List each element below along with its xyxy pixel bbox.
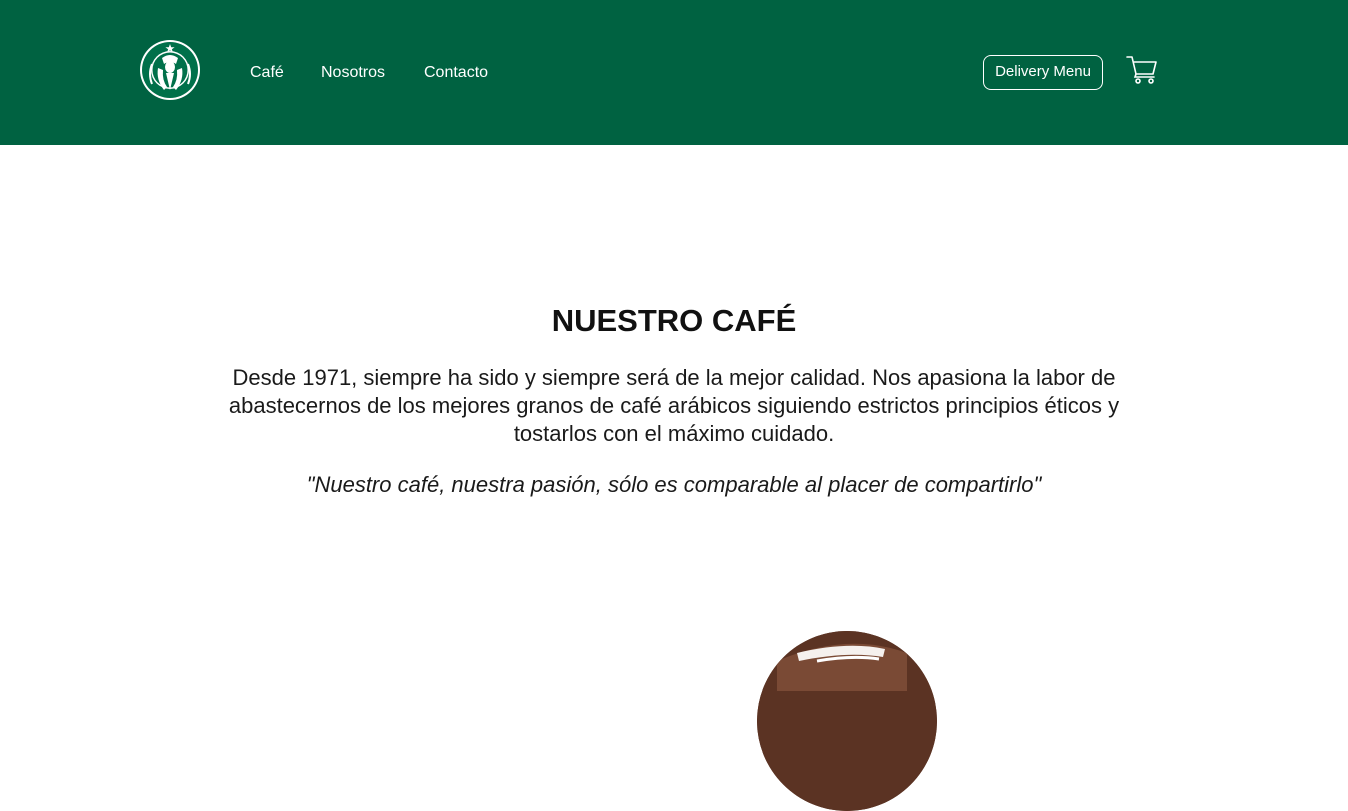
nav-link-contacto[interactable]: Contacto [424,63,488,83]
delivery-menu-button[interactable]: Delivery Menu [983,55,1103,90]
coffee-cup-graphic [757,631,937,811]
coffee-image [757,631,937,811]
nav-link-nosotros[interactable]: Nosotros [321,63,385,83]
shopping-cart-icon[interactable] [1126,55,1158,85]
site-header: Café Nosotros Contacto Delivery Menu [0,0,1348,145]
page-title: NUESTRO CAFÉ [551,303,797,338]
quote-text: "Nuestro café, nuestra pasión, sólo es c… [306,472,1042,497]
starbucks-logo-icon[interactable] [140,40,200,100]
description-text: Desde 1971, siempre ha sido y siempre se… [228,365,1120,446]
nav-link-cafe[interactable]: Café [250,63,284,83]
